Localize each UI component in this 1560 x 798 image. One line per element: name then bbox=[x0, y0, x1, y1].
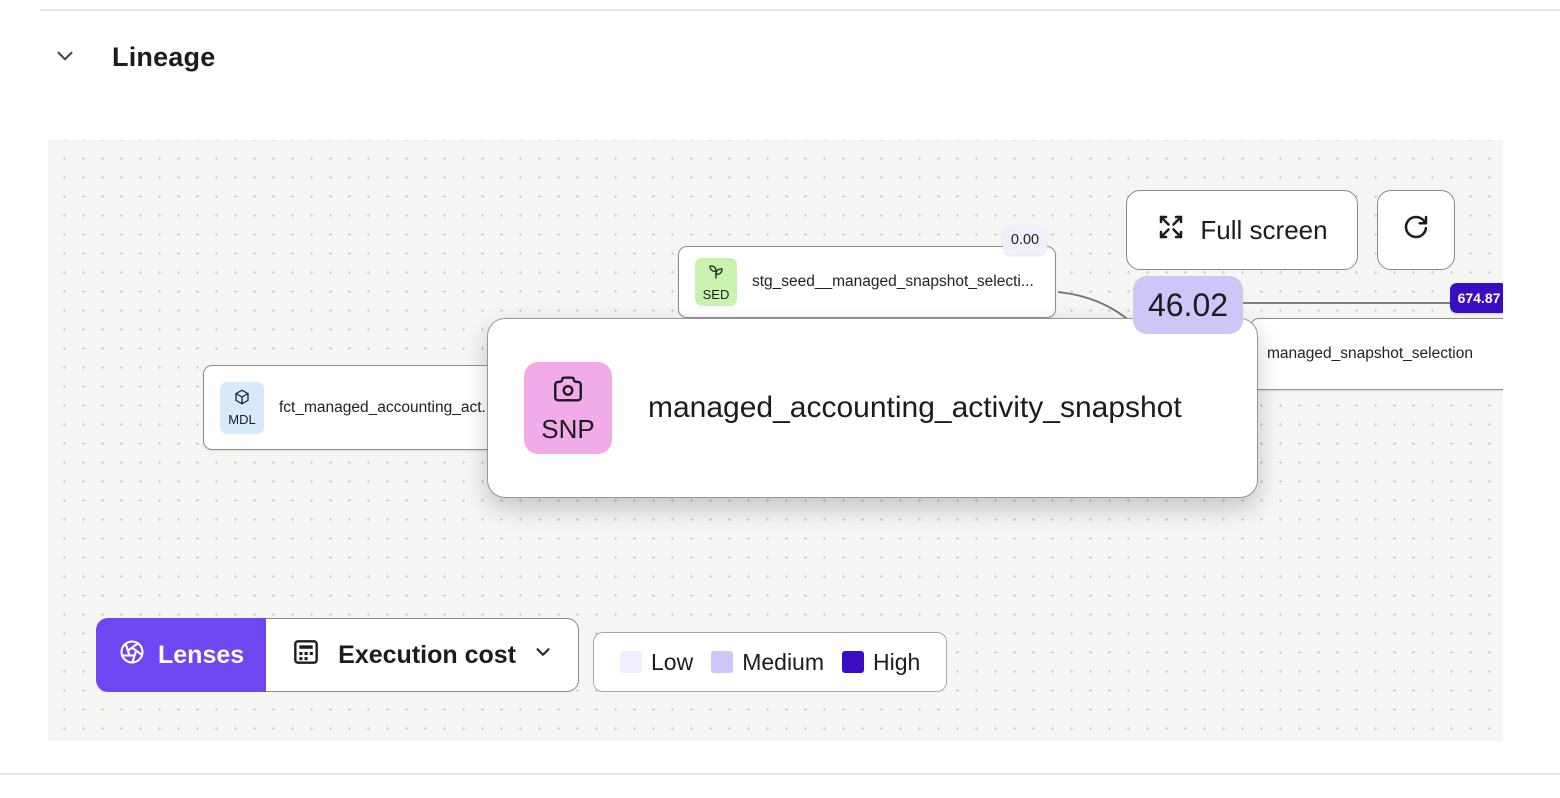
legend-swatch-high bbox=[842, 651, 865, 673]
calculator-icon bbox=[290, 636, 322, 675]
node-type-label: SNP bbox=[541, 413, 595, 444]
camera-icon bbox=[551, 372, 585, 411]
lenses-button[interactable]: Lenses bbox=[96, 618, 267, 692]
chevron-down-icon bbox=[52, 43, 78, 72]
model-type-badge: MDL bbox=[220, 381, 264, 434]
legend-item-medium: Medium bbox=[711, 649, 824, 676]
legend-label: High bbox=[873, 648, 921, 675]
node-label: fct_managed_accounting_act... bbox=[279, 398, 495, 416]
collapse-section-button[interactable] bbox=[48, 40, 82, 74]
aperture-icon bbox=[118, 638, 146, 673]
legend-swatch-medium bbox=[711, 651, 734, 673]
cost-legend: Low Medium High bbox=[593, 632, 948, 692]
node-type-label: MDL bbox=[228, 412, 256, 427]
node-label: managed_snapshot_selection bbox=[1267, 345, 1473, 362]
legend-item-high: High bbox=[842, 649, 920, 676]
page-title: Lineage bbox=[112, 41, 216, 72]
legend-label: Medium bbox=[742, 648, 825, 675]
node-label: stg_seed__managed_snapshot_selecti... bbox=[752, 273, 1034, 290]
lenses-label: Lenses bbox=[158, 640, 245, 669]
node-type-label: SED bbox=[702, 286, 730, 302]
refresh-button[interactable] bbox=[1377, 190, 1455, 270]
cube-icon bbox=[233, 388, 251, 411]
execution-cost-badge-low: 0.00 bbox=[1003, 225, 1047, 255]
lenses-toolbar: Lenses Execution cost bbox=[96, 618, 579, 692]
legend-item-low: Low bbox=[620, 649, 693, 676]
full-screen-label: Full screen bbox=[1200, 214, 1328, 245]
legend-label: Low bbox=[651, 648, 694, 675]
seedling-icon bbox=[707, 263, 725, 286]
expand-arrows-icon bbox=[1156, 212, 1186, 249]
refresh-icon bbox=[1401, 212, 1431, 249]
execution-cost-badge-high: 674.87 bbox=[1450, 283, 1503, 313]
lineage-canvas[interactable]: MDL fct_managed_accounting_act... SED st… bbox=[48, 140, 1503, 741]
top-divider bbox=[40, 9, 1560, 11]
full-screen-button[interactable]: Full screen bbox=[1126, 190, 1358, 270]
node-managed-snapshot-selection[interactable]: managed_snapshot_selection bbox=[1250, 318, 1503, 390]
node-stg-seed-managed-snapshot[interactable]: SED stg_seed__managed_snapshot_selecti..… bbox=[678, 246, 1056, 318]
legend-swatch-low bbox=[620, 651, 642, 673]
snapshot-type-badge: SNP bbox=[524, 362, 612, 454]
bottom-divider bbox=[0, 773, 1560, 775]
lens-selector-dropdown[interactable]: Execution cost bbox=[266, 618, 579, 692]
section-header: Lineage bbox=[48, 40, 215, 74]
node-managed-accounting-activity-snapshot-hovered[interactable]: SNP managed_accounting_activity_snapshot bbox=[487, 318, 1258, 498]
seed-type-badge: SED bbox=[695, 258, 737, 306]
chevron-down-icon bbox=[532, 641, 554, 670]
execution-cost-badge-medium: 46.02 bbox=[1133, 276, 1243, 334]
selected-lens-label: Execution cost bbox=[338, 640, 516, 669]
node-label: managed_accounting_activity_snapshot bbox=[648, 391, 1182, 424]
lineage-panel: Lineage MDL fct_managed_accounting_act..… bbox=[0, 0, 1560, 798]
